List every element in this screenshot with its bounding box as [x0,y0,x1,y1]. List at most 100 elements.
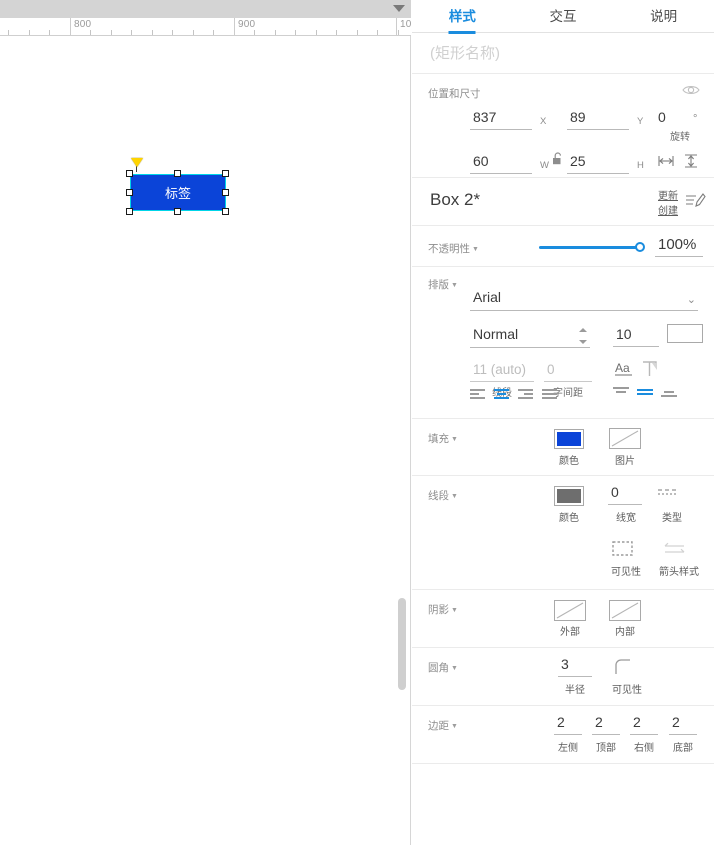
text-color-swatch[interactable] [667,324,703,343]
height-input[interactable] [567,153,629,170]
horizontal-ruler[interactable]: 800 900 10 [0,18,411,36]
padding-top-input[interactable] [592,714,620,731]
line-height-input[interactable] [470,362,534,378]
caret-down-icon[interactable]: ▼ [472,246,479,253]
line-visibility-icon[interactable] [610,539,636,559]
opacity-section: 不透明性 ▼ [412,226,714,267]
update-style-link[interactable]: 更新 [658,187,678,202]
create-style-link[interactable]: 创建 [658,202,678,217]
fit-height-icon[interactable] [682,153,700,169]
align-left-icon[interactable] [468,386,488,402]
eye-icon[interactable] [682,83,700,97]
x-input[interactable] [470,109,532,126]
outer-shadow-button[interactable] [554,600,586,621]
letter-spacing-field[interactable] [544,361,592,382]
line-width-input[interactable] [608,484,642,501]
shape-rectangle[interactable]: 标签 [130,174,226,211]
font-family-select[interactable]: Arial ⌄ [470,289,698,311]
x-field[interactable] [470,109,532,130]
tab-interaction[interactable]: 交互 [513,0,614,33]
caret-down-icon[interactable]: ▼ [451,282,458,289]
chevron-down-icon[interactable] [393,5,405,12]
height-field[interactable] [567,153,629,174]
align-middle-icon[interactable] [634,385,656,399]
rotation-marker-icon[interactable] [131,158,143,167]
font-weight-stepper[interactable] [578,328,587,344]
resize-handle-e[interactable] [222,189,229,196]
line-type-icon[interactable] [656,486,680,502]
canvas-toolbar [0,0,411,18]
font-size-input[interactable] [613,326,659,343]
fill-image-button[interactable] [609,428,641,449]
resize-handle-ne[interactable] [222,170,229,177]
ruler-tick [172,30,173,35]
tab-style-label: 样式 [448,8,476,24]
padding-left-field[interactable] [554,714,582,735]
resize-handle-s[interactable] [174,208,181,215]
fill-section: 填充 ▼ 颜色 图片 [412,419,714,476]
line-color-swatch[interactable] [554,486,584,506]
vertical-scrollbar[interactable] [398,598,406,690]
padding-left-input[interactable] [554,714,582,731]
line-width-field[interactable] [608,484,642,505]
corner-radius-section: 圆角▼ 半径 可见性 [412,648,714,706]
selected-shape[interactable]: 标签 [126,158,229,215]
padding-label: 边距 ▼ [428,718,458,733]
tab-style[interactable]: 样式 [412,0,513,34]
opacity-slider-knob[interactable] [635,242,645,252]
opacity-value-field[interactable] [655,236,703,257]
caret-down-icon[interactable]: ▼ [451,665,458,672]
ruler-tick [357,30,358,35]
fill-color-swatch[interactable] [554,429,584,449]
corner-radius-field[interactable] [558,656,592,677]
align-right-icon[interactable] [516,386,536,402]
rotation-field[interactable] [655,109,685,130]
align-bottom-icon[interactable] [658,385,680,399]
arrow-style-caption: 箭头样式 [659,567,699,578]
width-field[interactable] [470,153,532,174]
line-height-field[interactable] [470,361,534,382]
resize-handle-nw[interactable] [126,170,133,177]
padding-top-field[interactable] [592,714,620,735]
font-weight-select[interactable]: Normal [470,326,590,348]
padding-bottom-field[interactable] [669,714,697,735]
caret-down-icon[interactable]: ▼ [451,493,458,500]
padding-bottom-input[interactable] [669,714,697,731]
edit-pencil-icon[interactable] [684,191,706,211]
resize-handle-n[interactable] [174,170,181,177]
caret-down-icon[interactable]: ▼ [451,436,458,443]
resize-handle-w[interactable] [126,189,133,196]
font-size-field[interactable] [613,326,659,347]
rotation-input[interactable] [655,109,685,126]
width-input[interactable] [470,153,532,170]
caret-down-icon[interactable]: ▼ [451,723,458,730]
shadow-label-text: 阴影 [428,604,449,616]
text-T-icon[interactable] [642,360,660,380]
corner-visibility-icon[interactable] [612,657,636,677]
align-center-icon[interactable] [492,386,512,402]
resize-handle-sw[interactable] [126,208,133,215]
resize-handle-se[interactable] [222,208,229,215]
y-input[interactable] [567,109,629,126]
shape-name-input[interactable] [428,43,678,63]
align-top-icon[interactable] [610,385,632,399]
ruler-tick [8,30,9,35]
padding-right-input[interactable] [630,714,658,731]
arrow-style-icon[interactable] [660,540,690,558]
canvas-surface[interactable]: 标签 [0,37,410,845]
unlock-icon[interactable] [552,152,564,166]
opacity-input[interactable] [655,236,703,254]
underline-Aa-icon[interactable]: Aa [615,360,637,380]
inner-shadow-button[interactable] [609,600,641,621]
caret-down-icon[interactable]: ▼ [451,607,458,614]
fit-width-icon[interactable] [657,153,675,169]
align-justify-icon[interactable] [540,386,560,402]
padding-right-field[interactable] [630,714,658,735]
width-unit-label: W [540,160,549,171]
ruler-tick [398,30,399,35]
corner-radius-input[interactable] [558,656,592,673]
letter-spacing-input[interactable] [544,362,592,378]
tab-notes[interactable]: 说明 [613,0,714,33]
opacity-slider-track[interactable] [539,246,639,249]
y-field[interactable] [567,109,629,130]
